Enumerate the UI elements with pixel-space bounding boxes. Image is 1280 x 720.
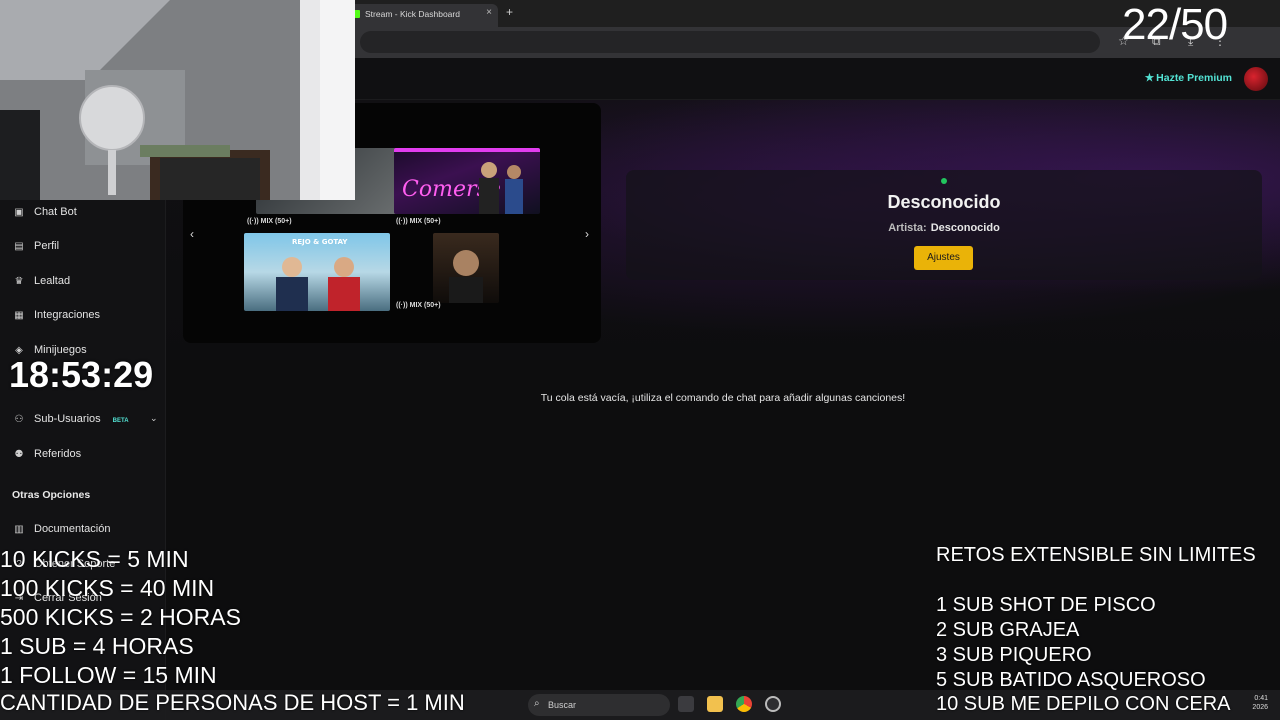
settings-button[interactable]: Ajustes [914,246,973,270]
playlist-label-text: MIX (50+) [260,218,292,225]
playlist-label: ((·)) MIX (50+) [247,218,292,225]
live-status-dot [941,178,947,184]
sidebar-item-perfil[interactable]: ▤ Perfil [12,238,59,254]
beta-badge: BETA [112,418,129,424]
single-cover-art [449,250,483,303]
subathon-rule: 500 KICKS = 2 HORAS [0,604,241,630]
chevron-down-icon[interactable]: ⌄ [150,413,158,424]
carousel-next-icon[interactable]: › [585,227,589,241]
referrals-icon: ⚉ [14,449,24,460]
avatar[interactable] [1244,67,1268,91]
sidebar-item-label: Referidos [34,448,82,460]
playlist-label-text: MIX (50+) [409,218,441,225]
reto-item: 10 SUB ME DEPILO CON CERA [936,693,1231,715]
subathon-rule: 10 KICKS = 5 MIN [0,546,189,572]
sidebar-item-label: Chat Bot [34,206,77,218]
taskbar-clock: 0:41 2026 [1252,694,1268,712]
queue-empty-message: Tu cola está vacía, ¡utiliza el comando … [540,392,906,404]
reto-item: 5 SUB BATIDO ASQUEROSO [936,669,1206,691]
retos-title: RETOS EXTENSIBLE SIN LIMITES [936,544,1256,566]
goal-counter: 22/50 [1122,0,1228,49]
radio-icon: ((·)) [396,302,410,309]
sidebar-item-sub-usuarios[interactable]: ⚇ Sub-Usuarios BETA [12,411,129,427]
task-view-icon[interactable] [678,696,694,712]
playlist-cover[interactable]: REJO & GOTAY [244,233,390,311]
star-icon: ★ [1144,72,1155,84]
url-field[interactable] [360,31,1100,53]
reto-item: 1 SUB SHOT DE PISCO [936,594,1156,616]
duo-cover-art: REJO & GOTAY [276,238,360,311]
radio-icon: ((·)) [247,218,261,225]
subathon-rule: 1 FOLLOW = 15 MIN [0,662,217,688]
subathon-rule: 100 KICKS = 40 MIN [0,575,215,601]
playlist-cover[interactable] [433,233,499,303]
file-explorer-icon[interactable] [707,696,723,712]
reto-item: 2 SUB GRAJEA [936,619,1080,641]
neon-cover-art: Comerse [394,148,540,214]
chrome-icon[interactable] [736,696,752,712]
trophy-icon: ♛ [14,276,24,287]
taskbar-date: 2026 [1252,704,1268,711]
playlist-label: ((·)) MIX (50+) [396,218,441,225]
robot-icon: ▣ [14,207,24,218]
sidebar-section-header: Otras Opciones [12,489,91,501]
search-icon: ⌕ [534,698,540,709]
premium-label: Hazte Premium [1156,72,1232,84]
search-placeholder: Buscar [548,700,577,710]
subathon-rule: 1 SUB = 4 HORAS [0,633,194,659]
users-icon: ⚇ [14,414,24,425]
taskbar-search[interactable]: ⌕ Buscar [528,694,670,716]
integration-icon: ▦ [14,310,24,321]
sidebar-item-lealtad[interactable]: ♛ Lealtad [12,273,71,289]
subathon-rule: CANTIDAD DE PERSONAS DE HOST = 1 MIN [0,690,465,715]
obs-icon[interactable] [765,696,781,712]
webcam-feed-image [0,0,355,200]
id-card-icon: ▤ [14,241,24,252]
song-artist: Artista: Desconocido [626,222,1262,234]
sidebar-item-label: Perfil [34,240,60,252]
reto-item: 3 SUB PIQUERO [936,644,1092,666]
radio-icon: ((·)) [396,218,410,225]
new-tab-button[interactable]: + [506,5,513,19]
sidebar-item-label: Lealtad [34,275,71,287]
browser-tab-kick-dashboard[interactable]: Stream - Kick Dashboard × [346,4,498,27]
tab-close-icon[interactable]: × [486,7,492,18]
sidebar-item-documentacion[interactable]: ▥ Documentación [12,521,110,537]
playlist-cover[interactable]: Comerse [394,148,540,214]
sidebar-item-chat-bot[interactable]: ▣ Chat Bot [12,204,77,220]
sidebar-item-label: Sub-Usuarios [34,413,101,425]
playlist-label: ((·)) MIX (50+) [396,302,441,309]
tab-title: Stream - Kick Dashboard [365,9,460,19]
artist-value: Desconocido [930,222,1000,234]
sidebar-item-referidos[interactable]: ⚉ Referidos [12,446,82,462]
sidebar-item-integraciones[interactable]: ▦ Integraciones [12,307,100,323]
carousel-prev-icon[interactable]: ‹ [190,227,194,241]
docs-icon: ▥ [14,524,24,535]
song-title: Desconocido [887,192,1001,212]
screen: Stream - Kick Dashboard × + ☆ ⧉ ⤓ ⋮ ★ Haz… [0,0,1280,720]
sidebar-item-label: Documentación [34,523,111,535]
sidebar-item-label: Integraciones [34,309,101,321]
cover-title: REJO & GOTAY [292,238,348,246]
artist-label: Artista: [888,222,927,234]
taskbar-time: 0:41 [1254,695,1268,702]
webcam-overlay [0,0,355,200]
stream-timer: 18:53:29 [9,354,154,395]
playlist-label-text: MIX (50+) [409,302,441,309]
premium-link[interactable]: ★ Hazte Premium [1145,72,1232,84]
